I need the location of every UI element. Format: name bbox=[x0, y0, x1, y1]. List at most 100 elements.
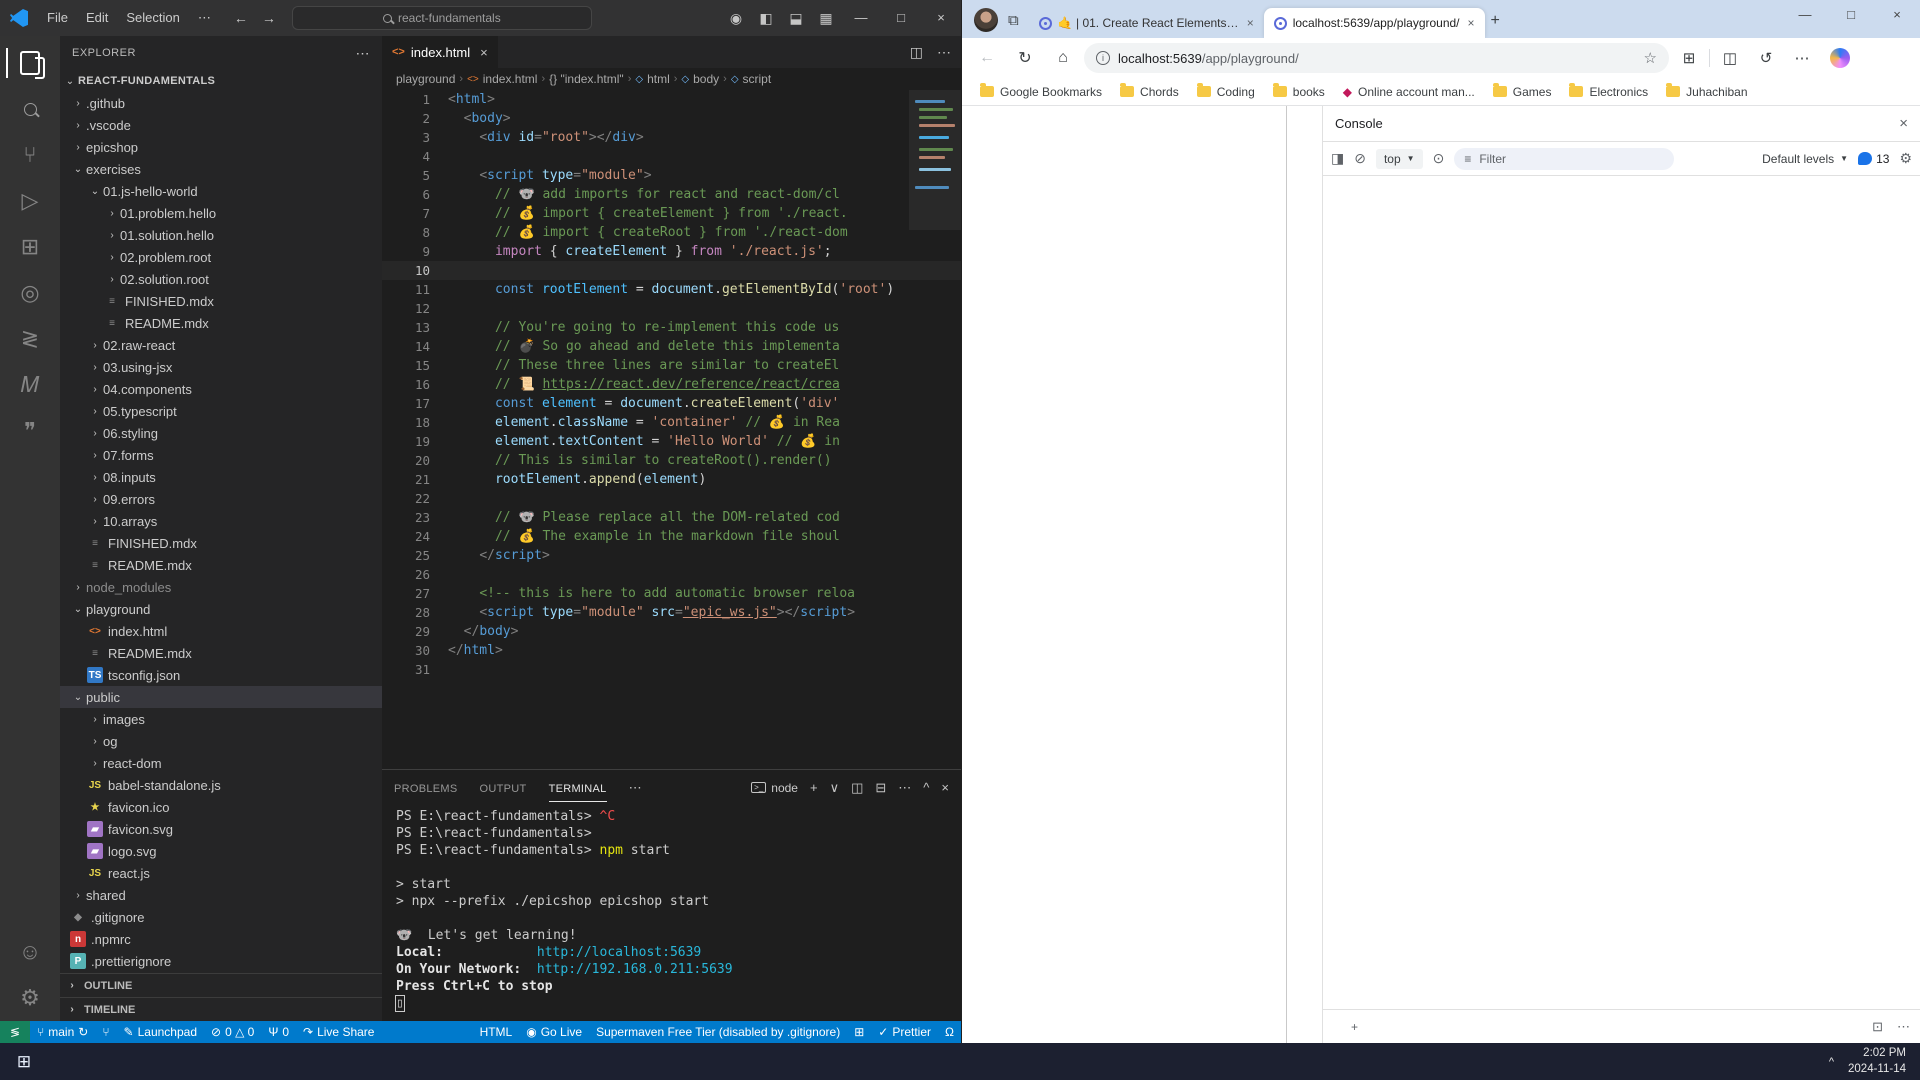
testing-icon[interactable]: ◎ bbox=[6, 270, 54, 316]
tree-item-epicshop[interactable]: ›epicshop bbox=[60, 136, 382, 158]
live-expression-eye-icon[interactable]: ⊙ bbox=[1433, 150, 1445, 167]
browser-tab-1[interactable]: 🤙 | 01. Create React Elements | 0× bbox=[1029, 8, 1264, 38]
status-layout-grid[interactable]: ⊞ bbox=[847, 1021, 871, 1043]
bookmark-games[interactable]: Games bbox=[1485, 85, 1560, 99]
collections-icon[interactable]: ⊞ bbox=[1673, 49, 1705, 67]
tree-item-logo-svg[interactable]: ▰logo.svg bbox=[60, 840, 382, 862]
tree-item--prettierignore[interactable]: P.prettierignore bbox=[60, 950, 382, 972]
tree-item-02-problem-root[interactable]: ›02.problem.root bbox=[60, 246, 382, 268]
close-panel-icon[interactable]: × bbox=[941, 780, 949, 796]
bookmark-google-bookmarks[interactable]: Google Bookmarks bbox=[972, 85, 1110, 99]
status-live-share[interactable]: ↷Live Share bbox=[296, 1021, 381, 1043]
bookmark-books[interactable]: books bbox=[1265, 85, 1333, 99]
bookmark-chords[interactable]: Chords bbox=[1112, 85, 1187, 99]
address-bar[interactable]: i localhost:5639/app/playground/ ☆ bbox=[1084, 43, 1669, 73]
tree-item-og[interactable]: ›og bbox=[60, 730, 382, 752]
toggle-sidebar-icon[interactable]: ◧ bbox=[751, 10, 781, 27]
tree-item-react-dom[interactable]: ›react-dom bbox=[60, 752, 382, 774]
code-editor[interactable]: 1<html>2 <body>3 <div id="root"></div>45… bbox=[382, 90, 961, 769]
add-drawer-tab-button[interactable]: + bbox=[1351, 1020, 1358, 1034]
tree-item--npmrc[interactable]: n.npmrc bbox=[60, 928, 382, 950]
panel-tab-output[interactable]: OUTPUT bbox=[480, 777, 527, 801]
tree-item-02-solution-root[interactable]: ›02.solution.root bbox=[60, 268, 382, 290]
favorite-star-icon[interactable]: ☆ bbox=[1644, 49, 1657, 67]
tree-item-finished-mdx[interactable]: ≡FINISHED.mdx bbox=[60, 532, 382, 554]
status-language-mode[interactable]: HTML bbox=[473, 1021, 520, 1043]
breadcrumb-item[interactable]: {} "index.html" bbox=[549, 72, 624, 86]
dock-icon[interactable]: ⊡ bbox=[1872, 1019, 1883, 1035]
devtools-close-icon[interactable]: × bbox=[1899, 115, 1908, 132]
breadcrumb-item[interactable]: ◇script bbox=[731, 72, 771, 86]
status-launchpad[interactable]: ✎Launchpad bbox=[117, 1021, 204, 1043]
site-info-icon[interactable]: i bbox=[1096, 51, 1110, 65]
back-icon[interactable]: ← bbox=[970, 49, 1004, 67]
timeline-section[interactable]: ›TIMELINE bbox=[60, 997, 382, 1021]
vscode-window-controls[interactable]: —□× bbox=[841, 0, 961, 36]
history-back-icon[interactable]: ← bbox=[234, 10, 248, 26]
copilot-icon[interactable]: ◉ bbox=[721, 10, 751, 27]
tree-item-react-js[interactable]: JSreact.js bbox=[60, 862, 382, 884]
new-tab-button[interactable]: + bbox=[1491, 12, 1500, 30]
status-supermaven[interactable]: Supermaven Free Tier (disabled by .gitig… bbox=[589, 1021, 847, 1043]
tree-item-babel-standalone-js[interactable]: JSbabel-standalone.js bbox=[60, 774, 382, 796]
command-center-search[interactable]: react-fundamentals bbox=[292, 6, 592, 30]
tree-item-readme-mdx[interactable]: ≡README.mdx bbox=[60, 642, 382, 664]
bookmark-electronics[interactable]: Electronics bbox=[1561, 85, 1656, 99]
close-tab-icon[interactable]: × bbox=[480, 45, 488, 60]
history-forward-icon[interactable]: → bbox=[262, 10, 276, 26]
panel-more-icon[interactable]: ⋯ bbox=[629, 780, 642, 796]
console-sidebar-icon[interactable]: ◨ bbox=[1331, 150, 1344, 167]
history-icon[interactable]: ↺ bbox=[1750, 49, 1782, 67]
breadcrumb-item[interactable]: <>index.html bbox=[467, 72, 537, 86]
new-terminal-icon[interactable]: + bbox=[810, 780, 818, 796]
tree-item-06-styling[interactable]: ›06.styling bbox=[60, 422, 382, 444]
toggle-panel-icon[interactable]: ⬓ bbox=[781, 10, 811, 27]
menu-selection[interactable]: Selection bbox=[117, 10, 188, 25]
log-levels-selector[interactable]: Default levels▼ bbox=[1762, 152, 1848, 166]
tree-item-08-inputs[interactable]: ›08.inputs bbox=[60, 466, 382, 488]
tree-item-07-forms[interactable]: ›07.forms bbox=[60, 444, 382, 466]
run-debug-icon[interactable]: ▷ bbox=[6, 178, 54, 224]
source-control-icon[interactable]: ⑂ bbox=[6, 132, 54, 178]
shell-selector[interactable]: >_ node bbox=[751, 781, 798, 795]
console-filter-input[interactable]: ≡ Filter bbox=[1454, 148, 1674, 170]
tree-item-09-errors[interactable]: ›09.errors bbox=[60, 488, 382, 510]
tree-item-playground[interactable]: ⌄playground bbox=[60, 598, 382, 620]
panel-tab-terminal[interactable]: TERMINAL bbox=[549, 777, 607, 802]
tree-item-readme-mdx[interactable]: ≡README.mdx bbox=[60, 554, 382, 576]
clear-console-icon[interactable]: ⊘ bbox=[1354, 150, 1366, 167]
outline-section[interactable]: ›OUTLINE bbox=[60, 973, 382, 997]
tree-item-index-html[interactable]: <>index.html bbox=[60, 620, 382, 642]
web-page[interactable] bbox=[962, 106, 1286, 1043]
status-ports[interactable]: Ψ0 bbox=[261, 1021, 296, 1043]
tray-hidden-icons-chevron[interactable]: ^ bbox=[1829, 1056, 1834, 1068]
tree-item--vscode[interactable]: ›.vscode bbox=[60, 114, 382, 136]
maximize-panel-icon[interactable]: ^ bbox=[923, 780, 929, 796]
maximize-icon[interactable]: □ bbox=[881, 0, 921, 36]
browser-window-controls[interactable]: —□× bbox=[1782, 0, 1920, 30]
breadcrumb-item[interactable]: ◇body bbox=[681, 72, 719, 86]
bookmark-online-account-man-[interactable]: ◆Online account man... bbox=[1335, 85, 1483, 99]
tree-item-exercises[interactable]: ⌄exercises bbox=[60, 158, 382, 180]
account-icon[interactable]: ☺ bbox=[6, 929, 54, 975]
status-branch-compare[interactable]: ⑂ bbox=[95, 1021, 116, 1043]
breadcrumb-item[interactable]: playground bbox=[396, 72, 455, 86]
tree-item--gitignore[interactable]: ◆.gitignore bbox=[60, 906, 382, 928]
tree-item--github[interactable]: ›.github bbox=[60, 92, 382, 114]
tree-item-finished-mdx[interactable]: ≡FINISHED.mdx bbox=[60, 290, 382, 312]
split-editor-icon[interactable]: ◫ bbox=[910, 44, 923, 61]
menu-file[interactable]: File bbox=[38, 10, 77, 25]
settings-gear-icon[interactable]: ⚙ bbox=[6, 975, 54, 1021]
menu-edit[interactable]: Edit bbox=[77, 10, 117, 25]
comments-icon[interactable]: ❞ bbox=[6, 408, 54, 454]
tree-item-tsconfig-json[interactable]: TStsconfig.json bbox=[60, 664, 382, 686]
split-terminal-icon[interactable]: ◫ bbox=[851, 780, 863, 796]
tree-item-05-typescript[interactable]: ›05.typescript bbox=[60, 400, 382, 422]
breadcrumb-item[interactable]: ◇html bbox=[635, 72, 669, 86]
taskbar-clock[interactable]: 2:02 PM 2024-11-14 bbox=[1848, 1046, 1906, 1077]
terminal-dropdown-icon[interactable]: ∨ bbox=[830, 780, 840, 796]
split-screen-icon[interactable]: ◫ bbox=[1714, 49, 1746, 67]
close-icon[interactable]: × bbox=[1874, 0, 1920, 30]
app-m-icon[interactable]: 𝑀 bbox=[6, 362, 54, 408]
tree-item-node-modules[interactable]: ›node_modules bbox=[60, 576, 382, 598]
